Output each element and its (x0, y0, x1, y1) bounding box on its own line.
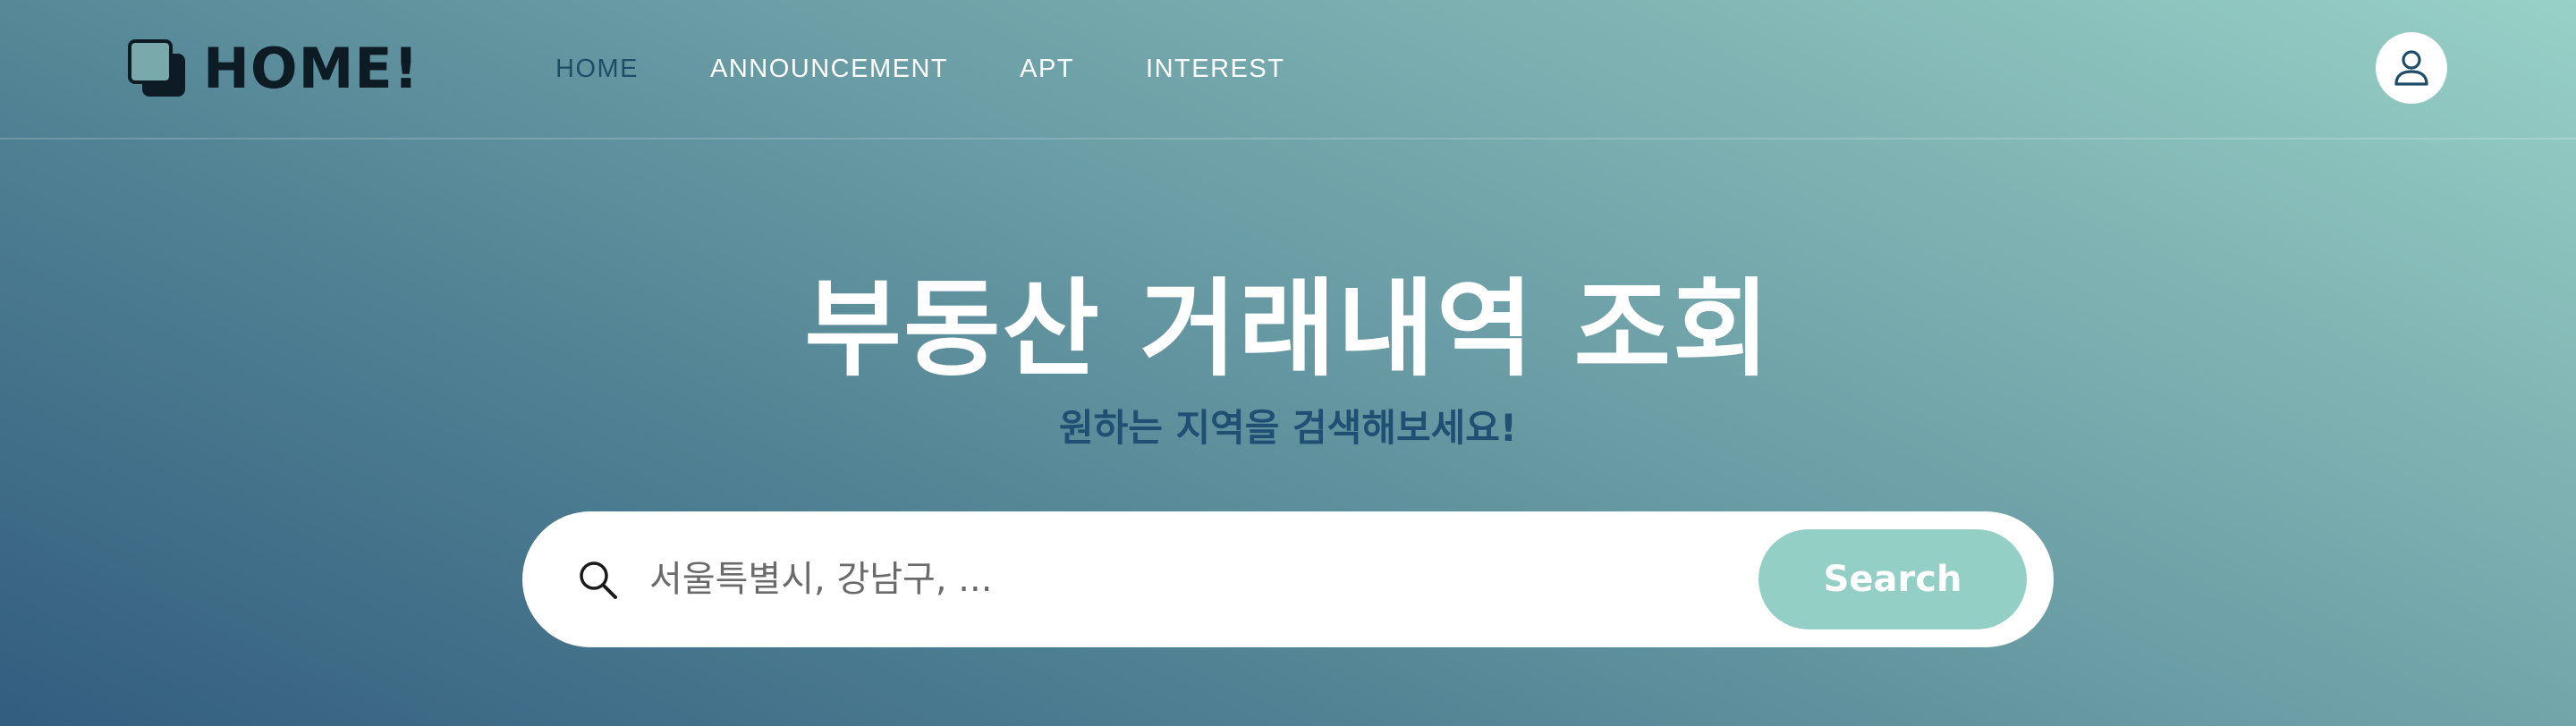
search-bar: Search (522, 511, 2054, 647)
user-icon (2394, 50, 2428, 86)
logo[interactable]: HOME! (128, 38, 419, 100)
page-subtitle: 원하는 지역을 검색해보세요! (1058, 406, 1518, 450)
nav-item-home[interactable]: HOME (555, 55, 639, 84)
stacked-squares-logo-icon (128, 39, 187, 98)
search-input[interactable] (639, 544, 1733, 615)
nav-item-interest[interactable]: INTEREST (1146, 55, 1284, 84)
profile-button[interactable] (2376, 32, 2447, 104)
logo-text: HOME! (203, 36, 419, 101)
page-title: 부동산 거래내역 조회 (804, 267, 1772, 391)
navbar: HOME! HOME ANNOUNCEMENT APT INTEREST (0, 0, 2576, 139)
search-icon (580, 561, 617, 599)
search-button[interactable]: Search (1758, 529, 2027, 629)
nav-item-apt[interactable]: APT (1020, 55, 1074, 84)
nav-item-announcement[interactable]: ANNOUNCEMENT (710, 55, 948, 84)
main-nav: HOME ANNOUNCEMENT APT INTEREST (555, 50, 1356, 88)
